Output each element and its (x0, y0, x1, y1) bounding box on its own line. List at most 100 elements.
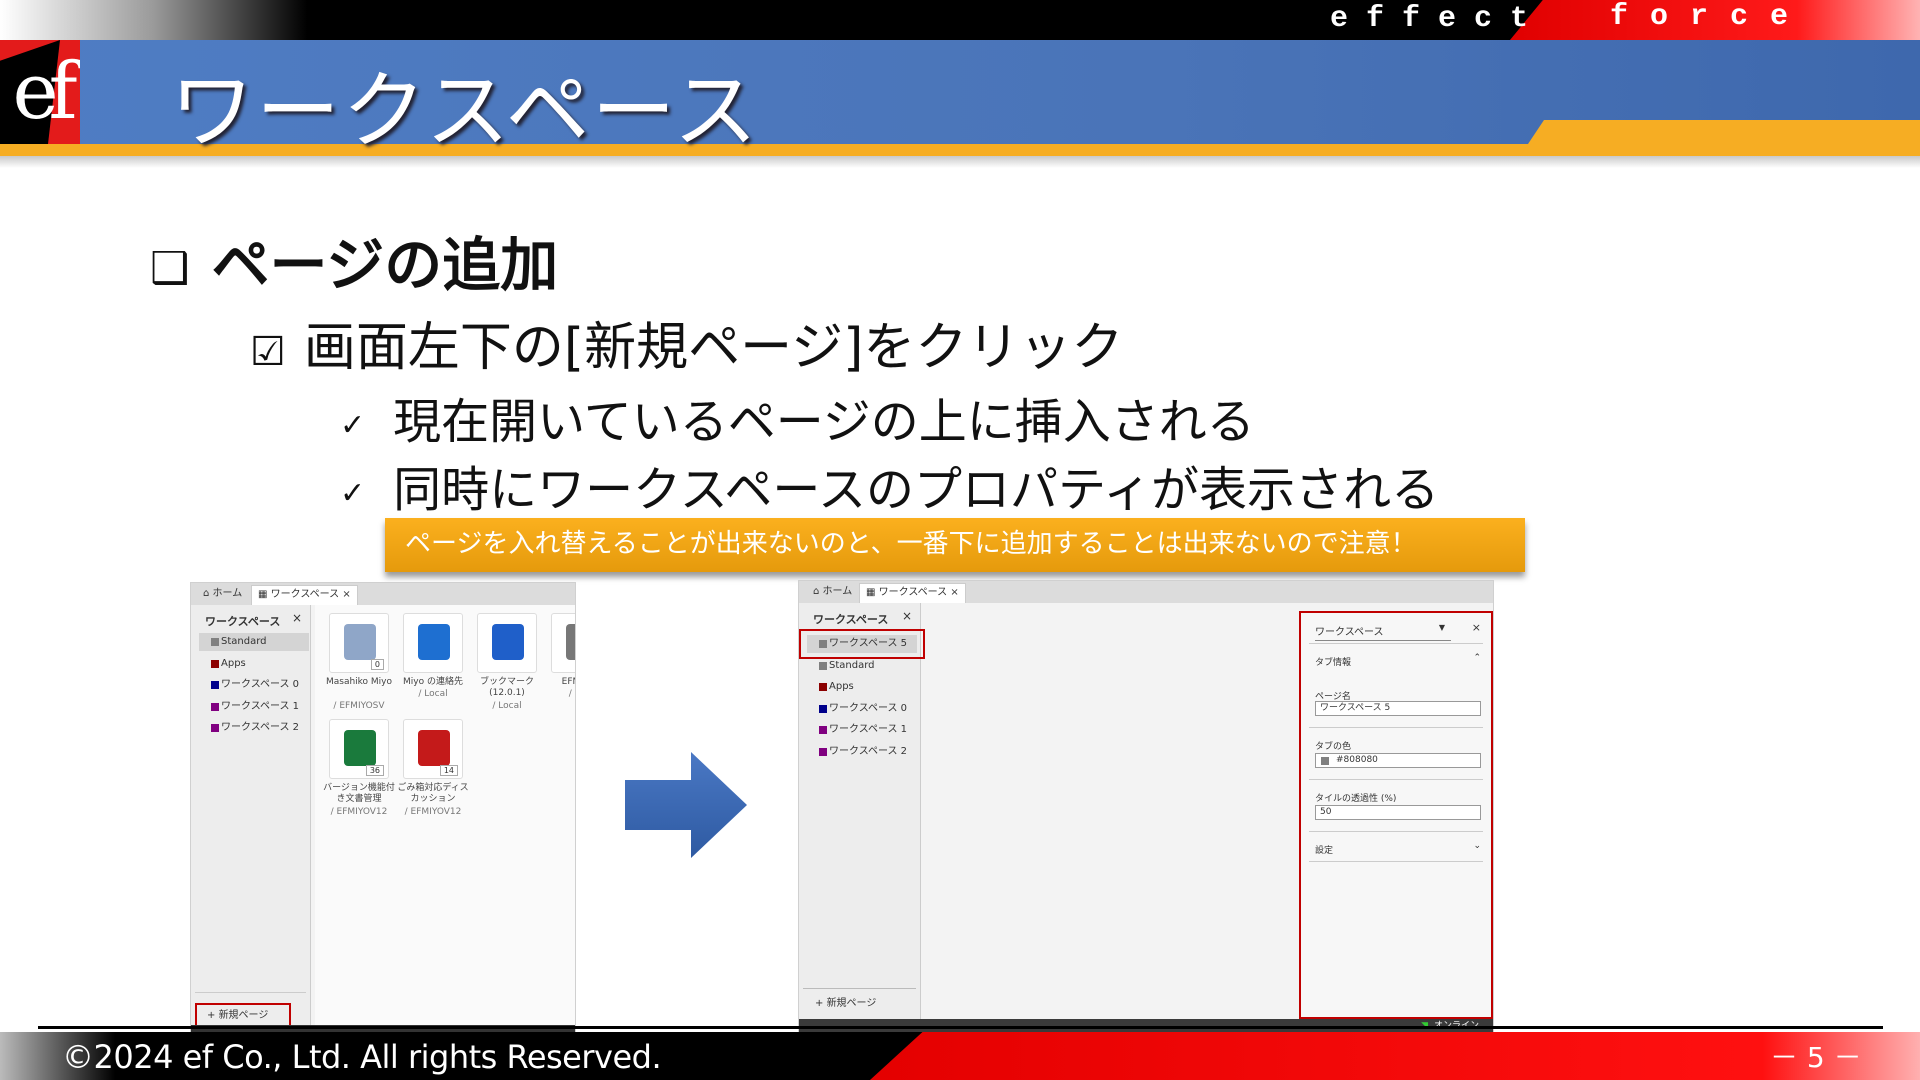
page-number: － 5 － (1770, 1041, 1862, 1074)
app-tile[interactable]: 0 (329, 613, 389, 673)
panel-title: ワークスペース (205, 615, 281, 628)
step-text: 画面左下の[新規ページ]をクリック (303, 318, 1124, 378)
chevron-up-icon[interactable]: ⌃ (1473, 653, 1481, 663)
tile-source: / EFMIYOV12 (330, 807, 388, 817)
color-swatch (819, 661, 827, 670)
color-swatch (819, 747, 827, 756)
tile-name: Masahiko Miyo (325, 677, 393, 687)
app-tile[interactable] (477, 613, 537, 673)
app-tile[interactable] (403, 613, 463, 673)
tile-name: バージョン機能付き文書管理 (323, 783, 395, 804)
workspace-sidebar: ワークスペース × Standard Apps ワークスペース 0 ワークスペース 1… (191, 605, 311, 1033)
sidebar-item[interactable]: ワークスペース 2 (807, 743, 917, 761)
tile-source: / EFMIYOV12 (404, 807, 462, 817)
orange-tab (1520, 120, 1920, 156)
sidebar-item[interactable]: Apps (807, 678, 917, 696)
opacity-label: タイルの透過性 (%) (1315, 794, 1397, 804)
tab-workspace[interactable]: ▦ ワークスペース × (251, 585, 358, 605)
count-badge: 14 (439, 765, 458, 776)
screenshot-before: ⌂ ホーム ▦ ワークスペース × ワークスペース × Standard Apps… (190, 582, 576, 1034)
brand-effect: effect (1330, 2, 1547, 36)
app-icon (418, 624, 450, 660)
highlight-box (799, 629, 925, 659)
color-swatch (211, 702, 219, 711)
workspace-selector[interactable]: ワークスペース ▼ (1315, 623, 1451, 641)
app-icon (492, 624, 524, 660)
close-icon[interactable]: × (902, 609, 912, 623)
tile-source: / EFMIYOSV (333, 701, 385, 711)
count-badge: 0 (370, 659, 384, 670)
sidebar-item-label: ワークスペース 1 (221, 700, 300, 712)
sidebar-item[interactable]: ワークスペース 2 (199, 719, 309, 737)
count-badge: 36 (365, 765, 384, 776)
tile-source: / EFM (568, 689, 575, 699)
app-tile[interactable]: 14 (403, 719, 463, 779)
slide-title: ワークスペース (170, 62, 760, 160)
sidebar-item-label: ワークスペース 0 (829, 702, 908, 714)
properties-panel: ワークスペース ▼ × タブ情報 ⌃ ページ名 ワークスペース 5 タブの色 #8… (1299, 611, 1493, 1019)
copyright: ©2024 ef Co., Ltd. All rights Reserved. (62, 1038, 662, 1076)
sidebar-item-label: ワークスペース 2 (221, 722, 300, 733)
chevron-down-icon: ▼ (1438, 623, 1445, 632)
app-icon (344, 730, 376, 766)
sidebar-item[interactable]: ワークスペース 1 (807, 721, 917, 739)
tile-name: ごみ箱対応ディスカッション (397, 783, 469, 804)
sidebar-item[interactable]: ワークスペース 0 (807, 700, 917, 718)
tile-source: / Local (492, 701, 522, 711)
chevron-down-icon[interactable]: ⌄ (1473, 841, 1481, 851)
heading-text: ページの追加 (211, 231, 559, 299)
checkmark-icon: ✓ (340, 407, 366, 443)
checkbox-square-icon: ❑ (150, 243, 190, 295)
tab-color-input[interactable]: #808080 (1315, 753, 1481, 768)
ef-logo: ef (0, 40, 80, 144)
sidebar-item[interactable]: Standard (807, 657, 917, 675)
sidebar-item[interactable]: Standard (199, 633, 309, 651)
sidebar-item-label: ワークスペース 0 (221, 679, 300, 690)
bullet-text: 同時にワークスペースのプロパティが表示される (393, 462, 1440, 518)
app-tile[interactable] (551, 613, 575, 673)
tile-name: EFMIY レ (561, 677, 575, 687)
app-icon (344, 624, 376, 660)
warning-callout: ページを入れ替えることが出来ないのと、一番下に追加することは出来ないので注意！ (385, 518, 1525, 572)
sidebar-item[interactable]: ワークスペース 1 (199, 698, 309, 716)
sidebar-item-label: Standard (221, 636, 267, 647)
tab-home[interactable]: ⌂ ホーム (807, 583, 858, 603)
new-page-button[interactable]: + 新規ページ (815, 994, 876, 1009)
sidebar-item-label: Apps (221, 657, 246, 669)
app-tile[interactable]: 36 (329, 719, 389, 779)
tab-home[interactable]: ⌂ ホーム (197, 585, 248, 605)
tab-strip: ⌂ ホーム ▦ ワークスペース × (799, 581, 1493, 603)
footer-rule (38, 1026, 1883, 1029)
panel-title: ワークスペース (813, 613, 889, 626)
page-name-input[interactable]: ワークスペース 5 (1315, 701, 1481, 716)
color-swatch (211, 638, 219, 646)
sidebar-item[interactable]: Apps (199, 655, 309, 673)
color-swatch (819, 683, 827, 691)
color-swatch (1321, 757, 1329, 765)
opacity-input[interactable]: 50 (1315, 805, 1481, 820)
close-icon[interactable]: × (292, 611, 302, 625)
sidebar-item-label: Standard (829, 659, 875, 671)
bullet-2: ✓ 同時にワークスペースのプロパティが表示される (340, 450, 1439, 520)
sidebar-item-label: Apps (829, 681, 854, 692)
screenshot-after: ⌂ ホーム ▦ ワークスペース × ワークスペース × ワークスペース 5 Sta… (798, 580, 1494, 1034)
settings-section[interactable]: 設定 (1315, 843, 1333, 856)
section-heading: ❑ ページの追加 (150, 218, 558, 302)
sidebar-item[interactable]: ワークスペース 0 (199, 676, 309, 694)
step-line: ☑ 画面左下の[新規ページ]をクリック (250, 305, 1123, 380)
checkmark-icon: ✓ (340, 475, 366, 511)
brand-force: force (1610, 0, 1811, 34)
tile-name: Miyo の連絡先 (403, 677, 463, 687)
checked-box-icon: ☑ (250, 329, 286, 375)
right-arrow-icon (625, 752, 747, 858)
tile-name: ブックマーク (12.0.1) (479, 677, 534, 698)
app-icon (418, 730, 450, 766)
tab-info-section[interactable]: タブ情報 (1315, 655, 1351, 668)
color-swatch (819, 704, 827, 713)
workspace-sidebar: ワークスペース × ワークスペース 5 Standard Apps ワークスペース 0… (799, 603, 925, 1019)
tab-workspace[interactable]: ▦ ワークスペース × (859, 583, 966, 603)
sidebar-item-label: ワークスペース 2 (829, 745, 908, 757)
close-icon[interactable]: × (1472, 621, 1481, 634)
color-swatch (819, 726, 827, 734)
app-icon (566, 624, 575, 660)
